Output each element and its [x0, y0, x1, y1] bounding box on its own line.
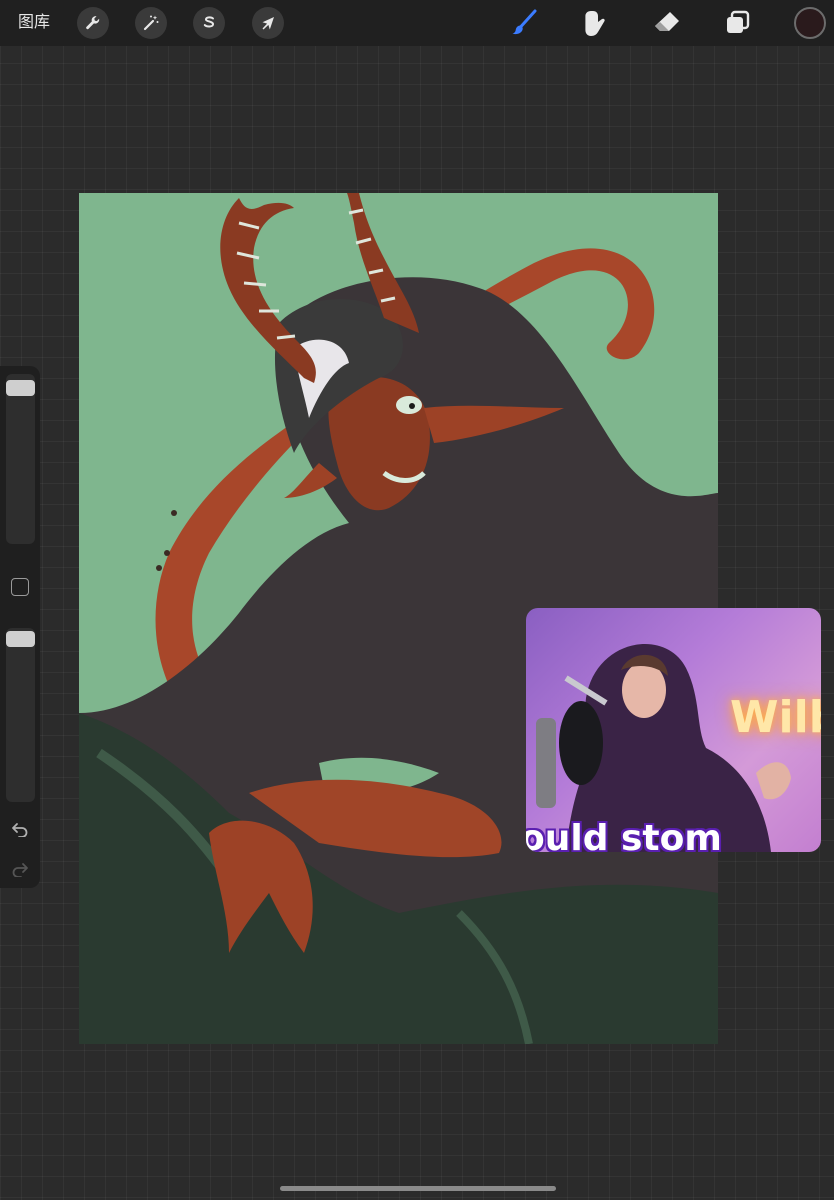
picture-in-picture-video[interactable]: Wilbu ould stom	[526, 608, 821, 852]
opacity-slider[interactable]	[6, 628, 35, 802]
adjustments-button[interactable]	[135, 7, 167, 39]
neon-sign-text: Wilbu	[730, 692, 821, 743]
smudge-tool-button[interactable]	[580, 7, 612, 39]
procreate-app: 图库 Wil ould stom	[0, 0, 834, 1200]
undo-icon	[12, 823, 28, 837]
brush-icon	[512, 9, 537, 35]
video-caption: ould stom	[526, 818, 722, 852]
brush-tool-button[interactable]	[508, 7, 540, 39]
undo-button[interactable]	[8, 819, 32, 839]
selection-button[interactable]	[193, 7, 225, 39]
redo-icon	[12, 863, 28, 877]
brush-size-thumb[interactable]	[6, 380, 35, 396]
left-sidebar	[0, 366, 40, 888]
magic-wand-icon	[143, 15, 159, 31]
modify-button[interactable]	[11, 578, 29, 596]
smudge-icon	[585, 11, 605, 36]
left-horn	[220, 198, 316, 383]
redo-button[interactable]	[8, 859, 32, 879]
top-toolbar: 图库	[0, 0, 834, 46]
selection-s-icon	[203, 16, 214, 28]
brush-size-slider[interactable]	[6, 374, 35, 544]
transform-button[interactable]	[252, 7, 284, 39]
home-indicator[interactable]	[280, 1186, 556, 1191]
layers-icon	[727, 10, 750, 33]
wrench-icon	[86, 16, 100, 30]
layers-button[interactable]	[722, 7, 754, 39]
eraser-tool-button[interactable]	[651, 7, 683, 39]
eraser-icon	[655, 12, 679, 31]
gallery-button[interactable]: 图库	[18, 12, 50, 32]
color-swatch-button[interactable]	[794, 7, 826, 39]
arrow-cursor-icon	[262, 17, 274, 30]
opacity-thumb[interactable]	[6, 631, 35, 647]
actions-button[interactable]	[77, 7, 109, 39]
